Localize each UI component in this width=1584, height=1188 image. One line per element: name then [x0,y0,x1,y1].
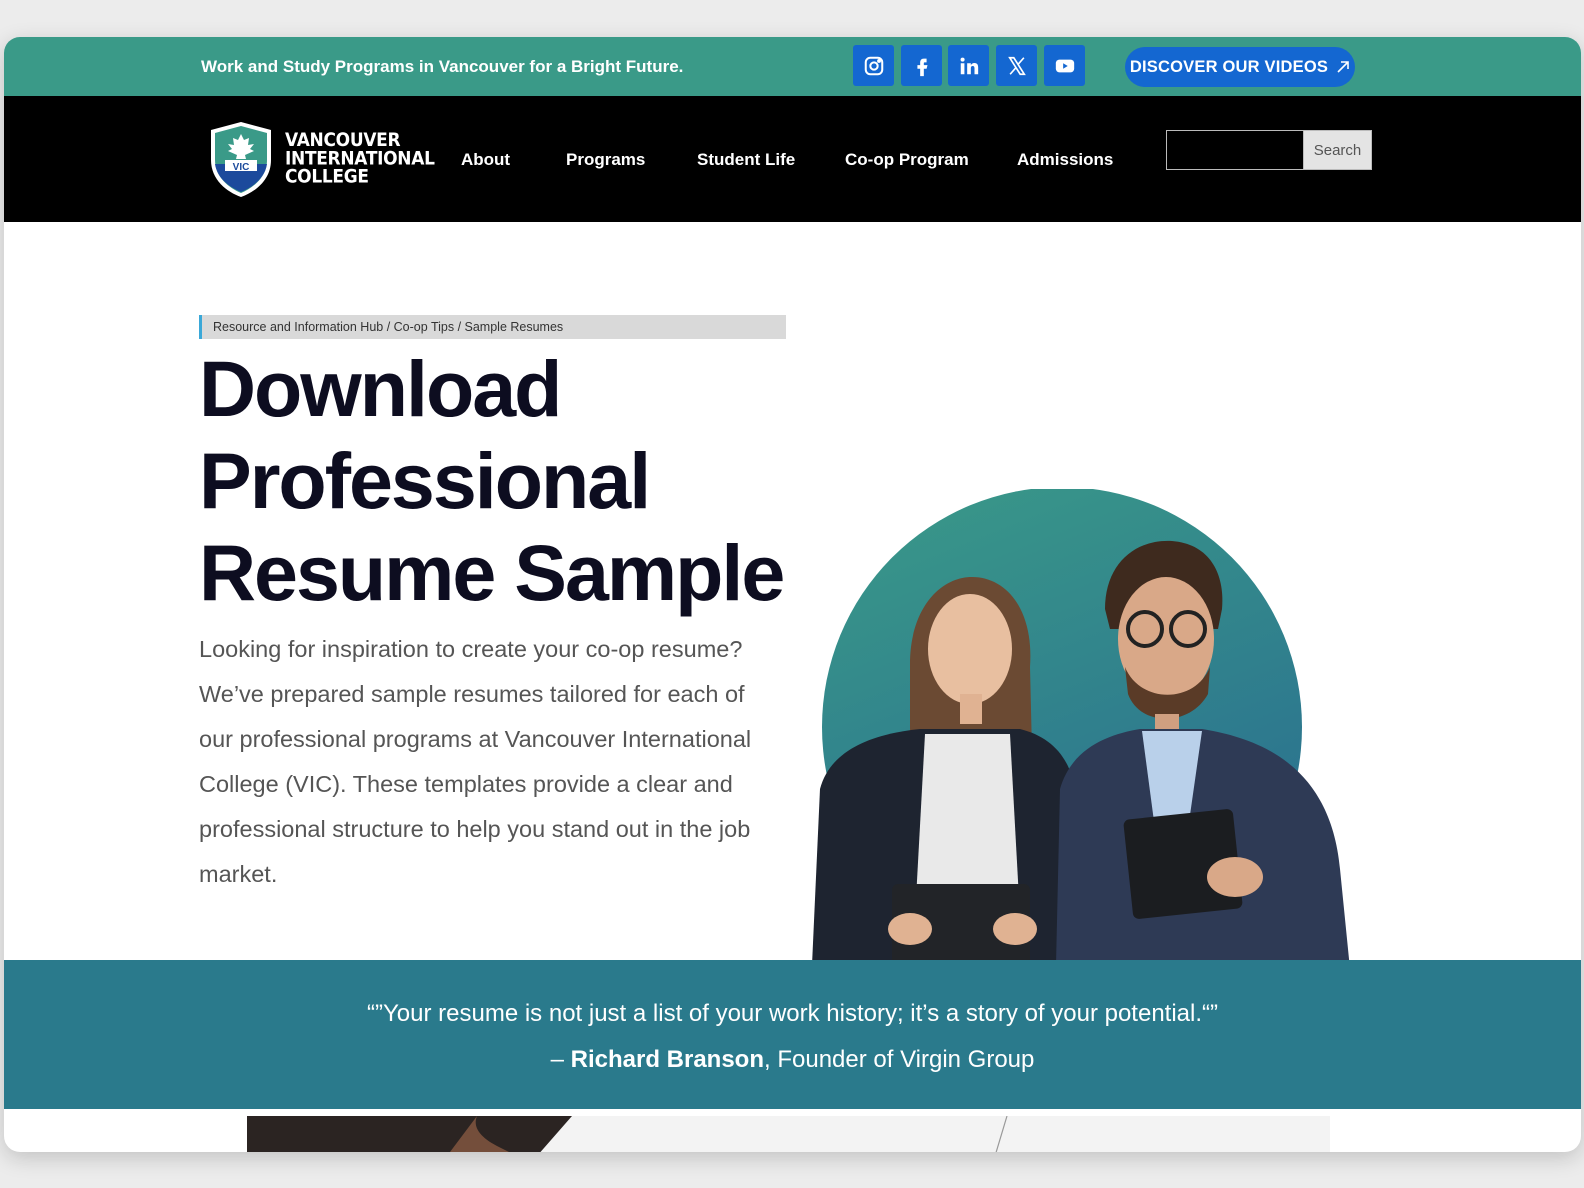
quote-dash: – [550,1046,571,1073]
title-line-2: Professional [199,436,651,525]
linkedin-icon[interactable] [948,45,989,86]
logo-line-1: VANCOUVER [285,129,401,151]
top-bar-tagline: Work and Study Programs in Vancouver for… [201,57,684,76]
youtube-icon[interactable] [1044,45,1085,86]
quote-text: “”Your resume is not just a list of your… [367,1000,1218,1027]
nav-co-op-program[interactable]: Co-op Program [845,150,969,170]
facebook-icon[interactable] [901,45,942,86]
instagram-icon[interactable] [853,45,894,86]
hero-students-image [810,489,1366,1009]
x-icon[interactable] [996,45,1037,86]
search-input[interactable] [1167,131,1303,169]
nav-admissions[interactable]: Admissions [1017,150,1113,170]
nav-student-life[interactable]: Student Life [697,150,795,170]
discover-videos-button[interactable]: DISCOVER OUR VIDEOS [1125,47,1355,87]
browser-window: Work and Study Programs in Vancouver for… [4,37,1581,1152]
logo-line-2: INTERNATIONAL [285,147,435,170]
quote-author-name: Richard Branson [570,1046,764,1073]
logo-badge-text: VIC [232,162,250,173]
title-line-1: Download [199,344,562,433]
next-section-image-edge [247,1115,1008,1152]
search-form: Search [1166,130,1372,170]
hero-description: Looking for inspiration to create your c… [199,636,752,887]
logo-line-3: COLLEGE [285,166,369,188]
quote-author-role: , Founder of Virgin Group [764,1046,1035,1073]
next-section-preview [247,1115,1330,1152]
arrow-up-right-icon [1337,61,1349,73]
nav-about[interactable]: About [461,150,510,170]
quote-banner: “”Your resume is not just a list of your… [4,960,1581,1109]
top-bar: Work and Study Programs in Vancouver for… [4,37,1581,96]
search-button[interactable]: Search [1303,131,1371,169]
main-navbar: VANCOUVER INTERNATIONAL COLLEGE VIC Abou… [4,96,1581,222]
maple-leaf-shield-icon [211,122,271,197]
page-title: Download Professional Resume Sample [199,343,819,619]
title-line-3: Resume Sample [199,528,785,617]
site-logo[interactable]: VANCOUVER INTERNATIONAL COLLEGE [207,120,435,198]
discover-videos-label: DISCOVER OUR VIDEOS [1129,57,1329,76]
breadcrumb[interactable]: Resource and Information Hub / Co-op Tip… [199,315,786,339]
nav-programs[interactable]: Programs [566,150,645,170]
quote-attribution: – Richard Branson, Founder of Virgin Gro… [4,1046,1581,1074]
logo-wordmark: VANCOUVER INTERNATIONAL COLLEGE [285,131,435,186]
